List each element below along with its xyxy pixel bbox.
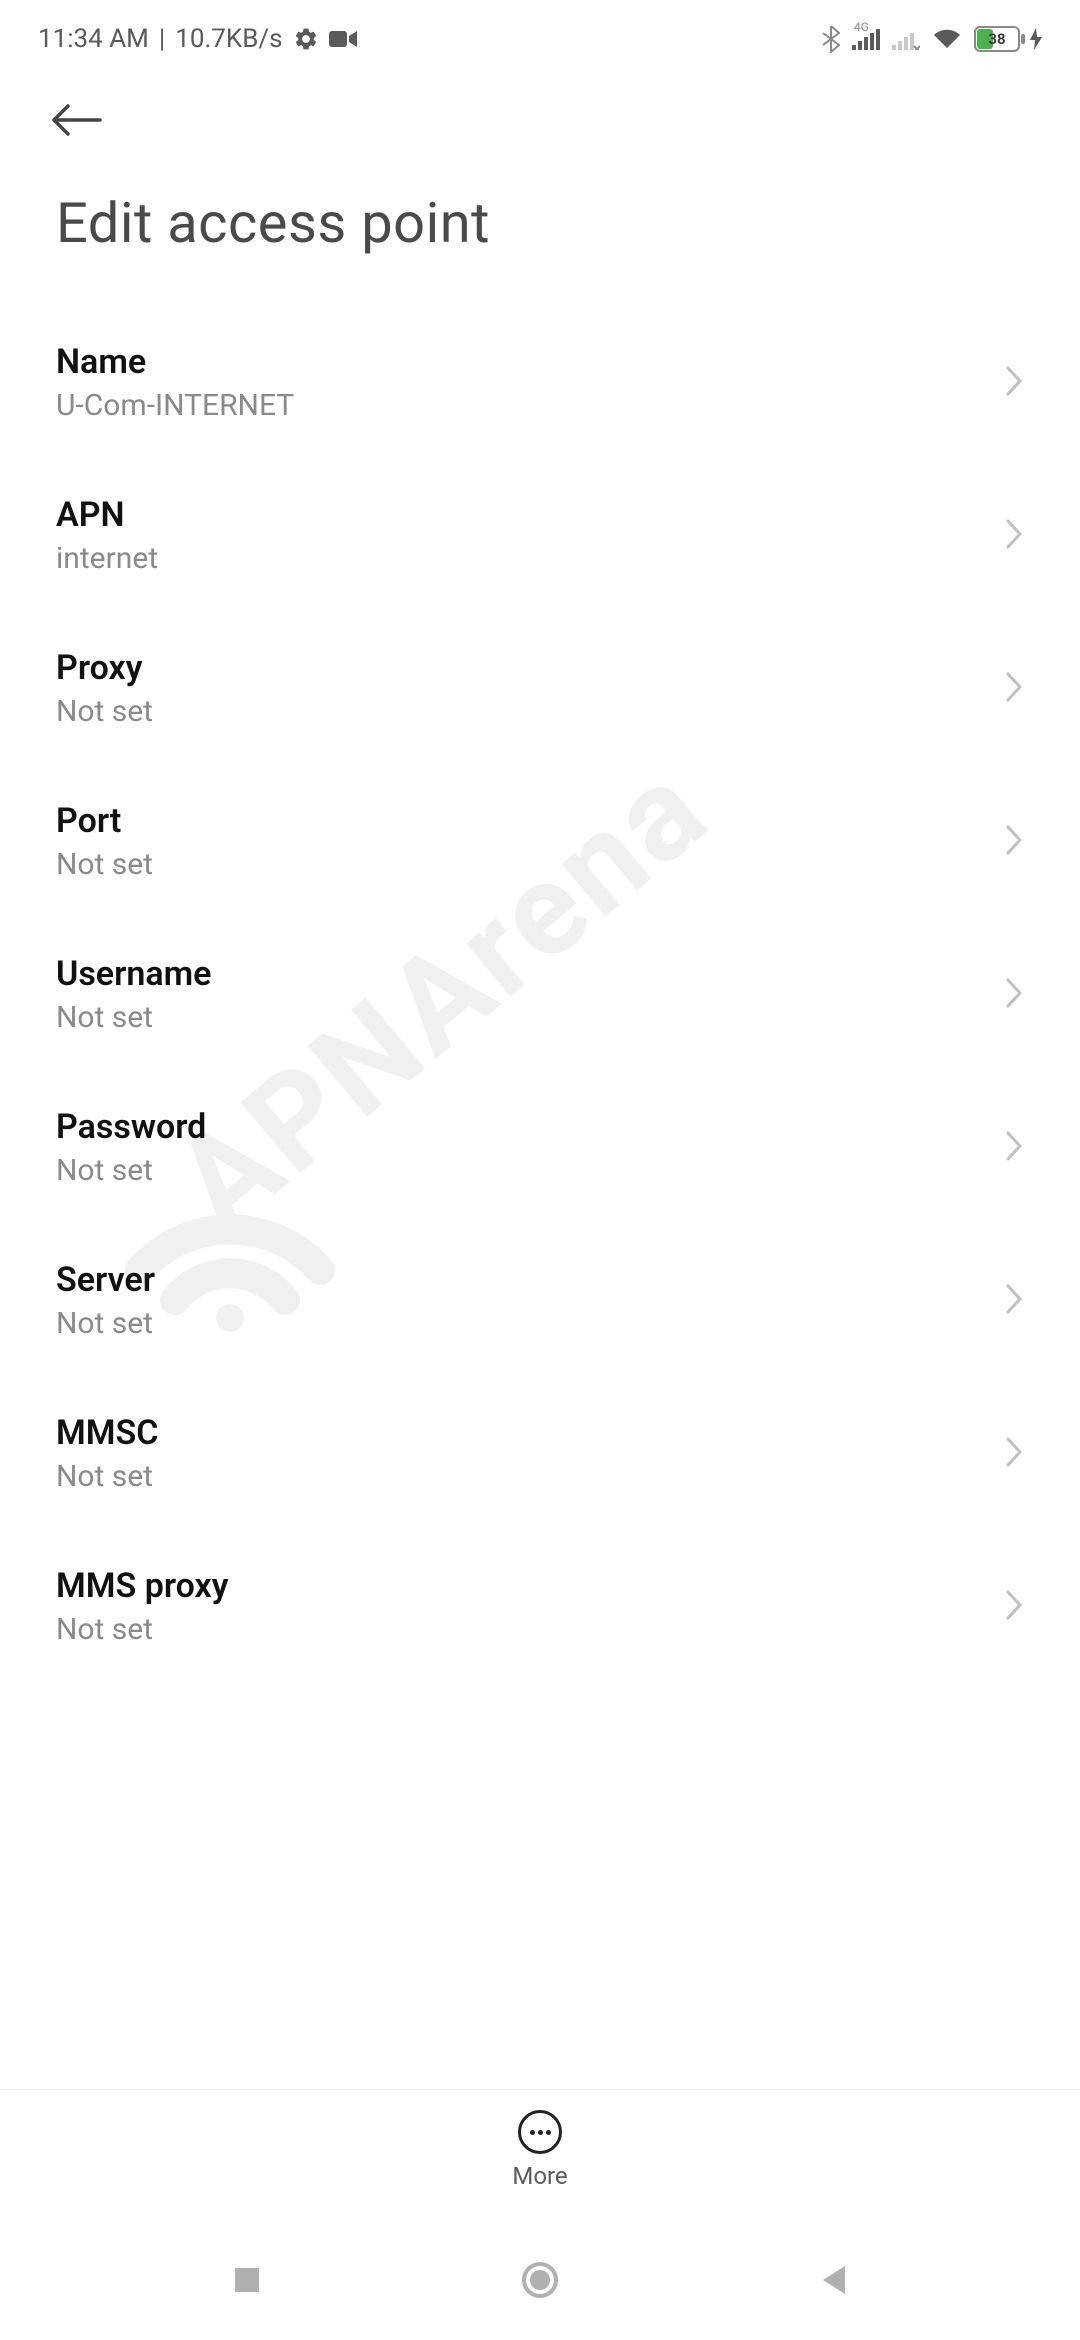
setting-value: internet [56,541,1004,576]
setting-server[interactable]: Server Not set [56,1224,1024,1377]
setting-label: MMS proxy [56,1566,1004,1606]
setting-label: Proxy [56,648,1004,688]
status-left: 11:34 AM | 10.7KB/s [38,24,357,54]
setting-name[interactable]: Name U-Com-INTERNET [56,306,1024,459]
setting-value: Not set [56,1459,1004,1494]
arrow-left-icon [50,102,102,138]
status-bar: 11:34 AM | 10.7KB/s 4G 38 [0,0,1080,70]
setting-mms-proxy[interactable]: MMS proxy Not set [56,1530,1024,1683]
page-title: Edit access point [0,160,1080,306]
setting-apn[interactable]: APN internet [56,459,1024,612]
signal-4g-icon: 4G [852,28,880,50]
setting-mmsc[interactable]: MMSC Not set [56,1377,1024,1530]
signal-nosim-icon [892,28,920,50]
circle-icon [521,2261,559,2299]
setting-label: Username [56,954,1004,994]
setting-label: Server [56,1260,1004,1300]
bluetooth-icon [822,25,840,53]
bottom-action-bar: More [0,2089,1080,2220]
settings-list: Name U-Com-INTERNET APN internet Proxy N… [0,306,1080,1683]
chevron-right-icon [1004,1435,1024,1473]
chevron-right-icon [1004,517,1024,555]
setting-value: Not set [56,1000,1004,1035]
status-separator: | [159,24,165,54]
chevron-right-icon [1004,1588,1024,1626]
chevron-right-icon [1004,364,1024,402]
svg-text:38: 38 [988,30,1005,48]
setting-label: Password [56,1107,1004,1147]
chevron-right-icon [1004,976,1024,1014]
chevron-right-icon [1004,670,1024,708]
android-nav-bar [0,2220,1080,2340]
nav-home-button[interactable] [520,2260,560,2300]
triangle-left-icon [819,2264,847,2296]
setting-label: Name [56,342,1004,382]
status-right: 4G 38 [822,25,1042,53]
setting-port[interactable]: Port Not set [56,765,1024,918]
setting-value: Not set [56,1612,1004,1647]
more-label: More [512,2162,567,2190]
settings-gear-icon [293,26,319,52]
battery-icon: 38 [974,26,1042,52]
back-row [0,70,1080,160]
status-net-speed: 10.7KB/s [175,24,282,54]
setting-label: Port [56,801,1004,841]
setting-value: Not set [56,1306,1004,1341]
nav-back-button[interactable] [813,2260,853,2300]
setting-label: MMSC [56,1413,1004,1453]
setting-proxy[interactable]: Proxy Not set [56,612,1024,765]
chevron-right-icon [1004,1129,1024,1167]
setting-value: U-Com-INTERNET [56,388,1004,423]
status-time: 11:34 AM [38,24,149,54]
more-icon [518,2110,562,2154]
chevron-right-icon [1004,1282,1024,1320]
square-icon [232,2265,262,2295]
nav-recents-button[interactable] [227,2260,267,2300]
wifi-icon [932,27,962,51]
setting-username[interactable]: Username Not set [56,918,1024,1071]
setting-value: Not set [56,1153,1004,1188]
more-button[interactable]: More [512,2110,567,2190]
setting-value: Not set [56,694,1004,729]
back-button[interactable] [50,90,110,150]
setting-password[interactable]: Password Not set [56,1071,1024,1224]
chevron-right-icon [1004,823,1024,861]
setting-label: APN [56,495,1004,535]
content-fade [0,2030,1080,2090]
video-camera-icon [329,29,357,49]
setting-value: Not set [56,847,1004,882]
